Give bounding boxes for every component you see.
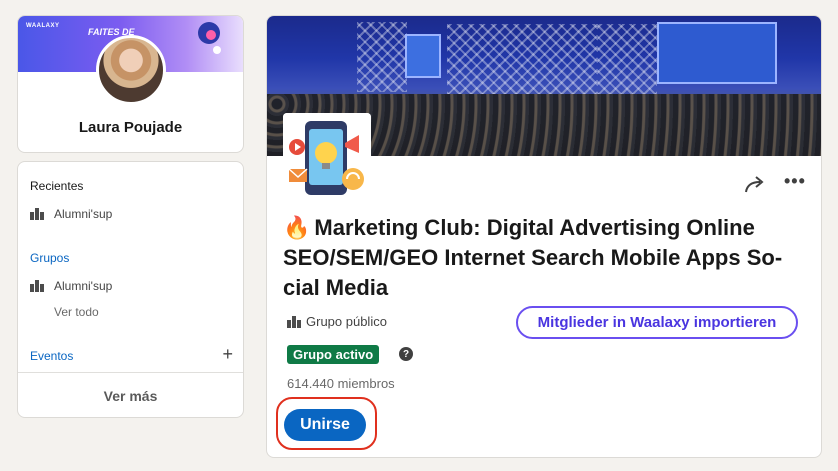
recent-heading: Recientes xyxy=(30,179,84,193)
group-privacy: Grupo público xyxy=(287,314,387,329)
avatar[interactable] xyxy=(96,35,166,105)
member-count: 614.440 miembros xyxy=(287,376,395,391)
more-options-icon[interactable]: ••• xyxy=(784,172,808,196)
privacy-label: Grupo público xyxy=(306,314,387,329)
stage-decoration xyxy=(357,22,407,92)
groups-heading[interactable]: Grupos xyxy=(30,251,69,265)
see-more-button[interactable]: Ver más xyxy=(18,373,243,417)
group-card: ••• 🔥 Marketing Club: Digital Advertising… xyxy=(266,15,822,458)
banner-decoration xyxy=(213,46,221,54)
profile-name[interactable]: Laura Poujade xyxy=(18,119,243,136)
stage-decoration xyxy=(447,24,597,94)
building-icon xyxy=(30,280,44,292)
fire-emoji: 🔥 xyxy=(283,215,311,240)
building-icon xyxy=(30,208,44,220)
banner-brand: WAALAXY xyxy=(26,23,60,29)
help-icon[interactable]: ? xyxy=(399,347,413,361)
stage-screen xyxy=(405,34,441,78)
events-heading[interactable]: Eventos xyxy=(30,349,73,363)
recent-item-alumnisup[interactable]: Alumni'sup xyxy=(30,207,112,221)
group-item-alumnisup[interactable]: Alumni'sup xyxy=(30,279,112,293)
add-event-icon[interactable]: + xyxy=(222,345,233,363)
recent-item-label: Alumni'sup xyxy=(54,207,113,221)
waalaxy-import-button[interactable]: Mitglieder in Waalaxy importieren xyxy=(516,306,798,339)
stage-screen xyxy=(657,22,777,84)
group-title: 🔥 Marketing Club: Digital Advertising Onl… xyxy=(283,213,803,303)
stage-decoration xyxy=(597,24,657,94)
building-icon xyxy=(287,315,301,328)
share-icon[interactable] xyxy=(743,174,767,196)
sidebar-nav-card: Recientes Alumni'sup Grupos Alumni'sup V… xyxy=(17,161,244,418)
profile-card[interactable]: WAALAXY FAITES DE Laura Poujade xyxy=(17,15,244,153)
group-item-label: Alumni'sup xyxy=(54,279,113,293)
see-all-groups-link[interactable]: Ver todo xyxy=(54,305,99,319)
group-title-text: Marketing Club: Digital Advertising Onli… xyxy=(283,215,783,300)
banner-decoration xyxy=(206,30,216,40)
group-logo[interactable] xyxy=(283,113,371,201)
active-group-badge: Grupo activo xyxy=(287,345,380,364)
join-button[interactable]: Unirse xyxy=(284,409,366,441)
